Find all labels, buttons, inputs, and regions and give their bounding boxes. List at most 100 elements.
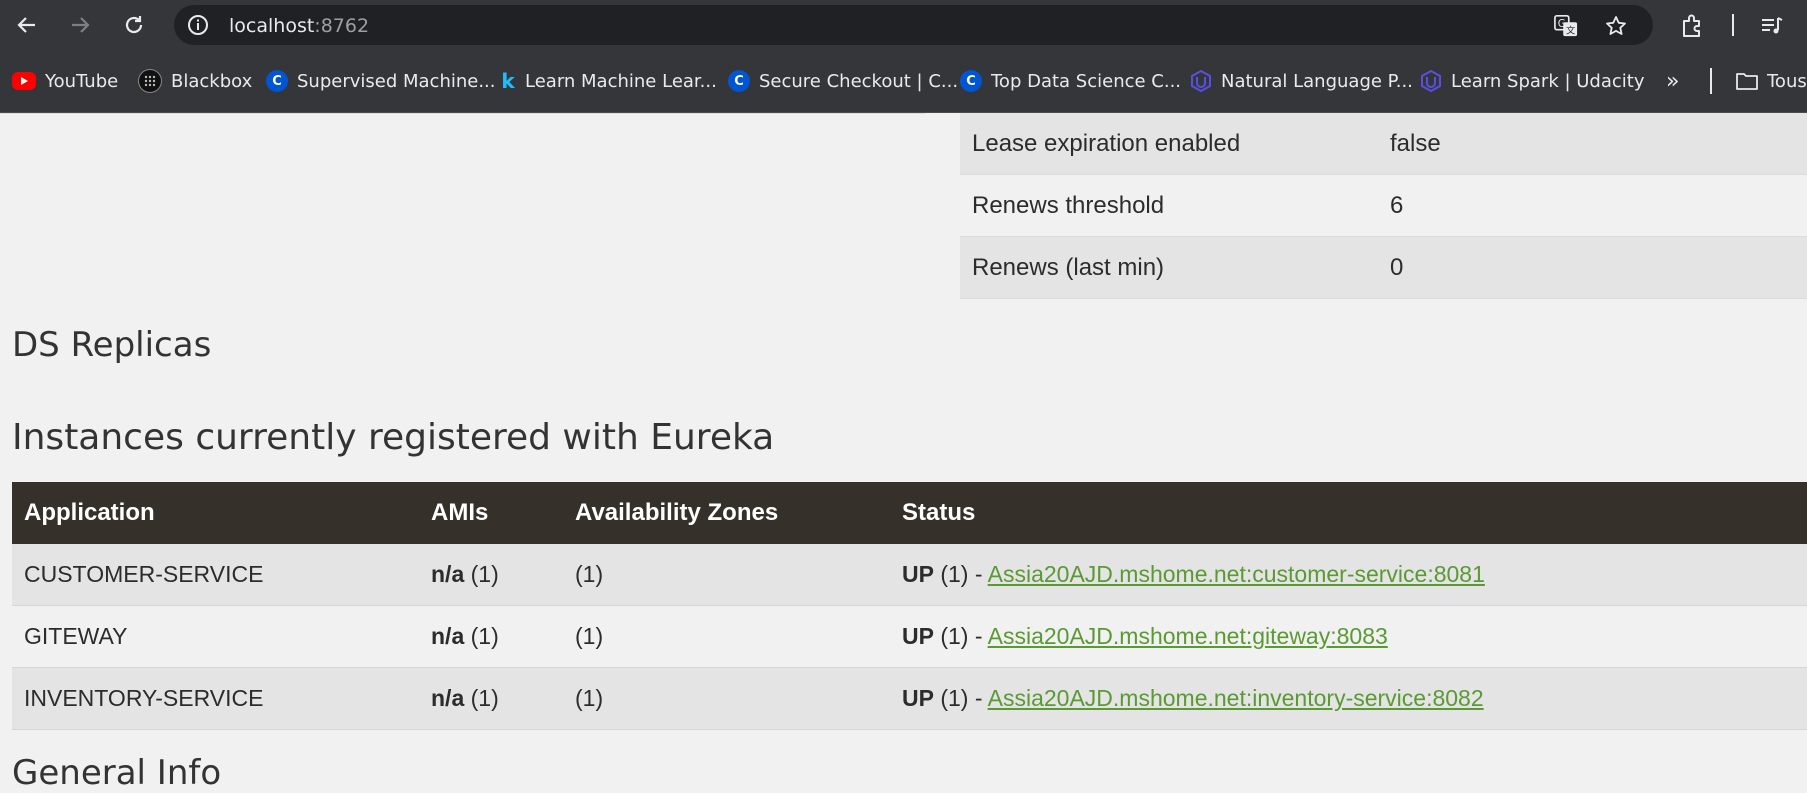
general-info-heading: General Info <box>12 753 222 793</box>
instance-link[interactable]: Assia20AJD.mshome.net:inventory-service:… <box>988 685 1484 711</box>
svg-text:文: 文 <box>1566 24 1575 36</box>
chevron-double-right-icon: » <box>1666 68 1680 94</box>
back-button[interactable] <box>11 9 43 41</box>
column-header-zones: Availability Zones <box>563 482 890 544</box>
translate-icon[interactable]: G文 <box>1554 14 1578 38</box>
bookmark-label: Learn Machine Lear... <box>525 70 717 92</box>
table-row: GITEWAY n/a (1) (1) UP (1) - Assia20AJD.… <box>12 605 1807 668</box>
status-count: (1) - <box>933 685 988 711</box>
bookmark-label: Top Data Science C... <box>991 70 1182 92</box>
table-row: INVENTORY-SERVICE n/a (1) (1) UP (1) - A… <box>12 667 1807 730</box>
status-cell: UP (1) - Assia20AJD.mshome.net:customer-… <box>890 544 1807 606</box>
coursera-icon: C <box>266 70 288 92</box>
table-row: Lease expiration enabled false <box>960 113 1807 175</box>
column-header-application: Application <box>12 482 419 544</box>
udacity-icon <box>1420 70 1442 92</box>
address-bar[interactable]: localhost:8762 G文 <box>174 5 1653 45</box>
app-name: GITEWAY <box>12 605 419 668</box>
youtube-icon <box>12 72 36 90</box>
ami-value: n/a <box>431 623 465 649</box>
coursera-icon: C <box>728 70 750 92</box>
reload-icon <box>125 16 143 34</box>
bookmarks-overflow-button[interactable]: » <box>1666 68 1679 94</box>
browser-toolbar: localhost:8762 G文 <box>0 0 1807 50</box>
site-info-icon[interactable] <box>186 13 210 37</box>
bookmark-secure-checkout[interactable]: C Secure Checkout | C... <box>728 68 958 94</box>
coursera-icon: C <box>960 70 982 92</box>
ami-cell: n/a (1) <box>419 605 563 668</box>
bookmark-label: Tous <box>1767 70 1807 92</box>
folder-icon <box>1736 70 1758 92</box>
column-header-amis: AMIs <box>419 482 563 544</box>
table-row: Renews threshold 6 <box>960 174 1807 237</box>
ami-value: n/a <box>431 685 465 711</box>
toolbar-divider <box>1732 14 1734 36</box>
ami-count: (1) <box>464 561 499 587</box>
table-row: CUSTOMER-SERVICE n/a (1) (1) UP (1) - As… <box>12 544 1807 606</box>
zones-cell: (1) <box>563 667 890 730</box>
table-header-row: Application AMIs Availability Zones Stat… <box>12 482 1807 544</box>
lease-value: 6 <box>1378 174 1807 237</box>
zones-cell: (1) <box>563 544 890 606</box>
app-name: CUSTOMER-SERVICE <box>12 544 419 606</box>
arrow-right-icon <box>72 17 90 33</box>
ami-count: (1) <box>464 623 499 649</box>
bookmark-supervised-ml[interactable]: C Supervised Machine... <box>266 68 496 94</box>
url-text[interactable]: localhost:8762 <box>229 16 369 36</box>
bookmarks-divider <box>1710 68 1712 94</box>
bookmark-learn-ml[interactable]: k Learn Machine Lear... <box>500 68 717 94</box>
lease-value: 0 <box>1378 236 1807 299</box>
table-row: Renews (last min) 0 <box>960 236 1807 299</box>
extensions-icon[interactable] <box>1679 12 1707 40</box>
bookmark-label: Learn Spark | Udacity <box>1451 70 1645 92</box>
bookmark-blackbox[interactable]: Blackbox <box>138 68 252 94</box>
ami-cell: n/a (1) <box>419 544 563 606</box>
ami-cell: n/a (1) <box>419 667 563 730</box>
blackbox-icon <box>138 69 162 93</box>
instance-link[interactable]: Assia20AJD.mshome.net:customer-service:8… <box>988 561 1485 587</box>
status-cell: UP (1) - Assia20AJD.mshome.net:inventory… <box>890 667 1807 730</box>
ds-replicas-heading: DS Replicas <box>12 325 212 365</box>
lease-info-table: Lease expiration enabled false Renews th… <box>960 113 1807 299</box>
bookmark-folder-tous[interactable]: Tous <box>1736 68 1807 94</box>
status-value: UP <box>902 623 934 649</box>
lease-key: Renews (last min) <box>960 236 1378 299</box>
eureka-dashboard: Lease expiration enabled false Renews th… <box>0 113 1807 793</box>
bookmark-youtube[interactable]: YouTube <box>12 68 118 94</box>
status-value: UP <box>902 685 934 711</box>
forward-button[interactable] <box>64 9 96 41</box>
bookmark-top-data-science[interactable]: C Top Data Science C... <box>960 68 1181 94</box>
bookmark-learn-spark[interactable]: Learn Spark | Udacity <box>1420 68 1644 94</box>
bookmark-label: Natural Language P... <box>1221 70 1413 92</box>
status-value: UP <box>902 561 934 587</box>
instances-heading: Instances currently registered with Eure… <box>12 417 775 458</box>
column-header-status: Status <box>890 482 1807 544</box>
status-count: (1) - <box>933 561 988 587</box>
url-port: :8762 <box>314 15 370 37</box>
kaggle-icon: k <box>501 69 515 93</box>
lease-key: Renews threshold <box>960 174 1378 237</box>
udacity-icon <box>1190 70 1212 92</box>
bookmarks-bar: YouTube Blackbox C Supervised Machine...… <box>0 50 1807 113</box>
reload-button[interactable] <box>118 9 150 41</box>
instances-table: Application AMIs Availability Zones Stat… <box>12 482 1807 730</box>
divider <box>0 113 925 114</box>
bookmark-star-icon[interactable] <box>1604 14 1628 38</box>
lease-value: false <box>1378 113 1807 175</box>
url-host: localhost <box>229 15 315 37</box>
instance-link[interactable]: Assia20AJD.mshome.net:giteway:8083 <box>988 623 1388 649</box>
ami-value: n/a <box>431 561 465 587</box>
bookmark-nlp[interactable]: Natural Language P... <box>1190 68 1413 94</box>
reading-list-icon[interactable] <box>1758 12 1786 40</box>
status-cell: UP (1) - Assia20AJD.mshome.net:giteway:8… <box>890 605 1807 668</box>
bookmark-label: Supervised Machine... <box>297 70 496 92</box>
bookmark-label: YouTube <box>45 70 119 92</box>
arrow-left-icon <box>17 17 35 33</box>
bookmark-label: Blackbox <box>171 70 253 92</box>
app-name: INVENTORY-SERVICE <box>12 667 419 730</box>
lease-key: Lease expiration enabled <box>960 113 1378 175</box>
status-count: (1) - <box>933 623 988 649</box>
ami-count: (1) <box>464 685 499 711</box>
zones-cell: (1) <box>563 605 890 668</box>
bookmark-label: Secure Checkout | C... <box>759 70 959 92</box>
